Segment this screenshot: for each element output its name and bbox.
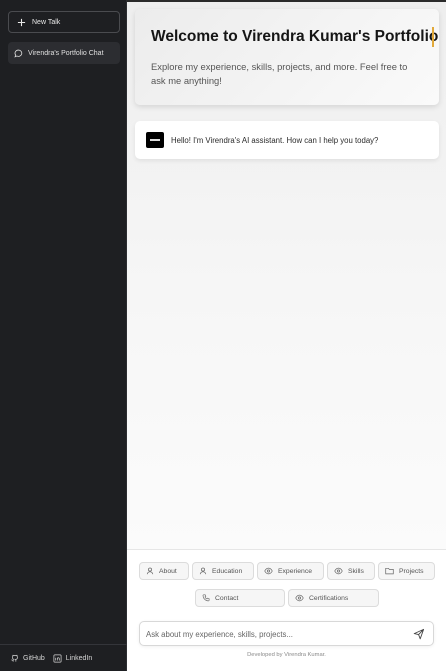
- text-cursor: [432, 27, 434, 47]
- quick-action-certifications[interactable]: Certifications: [288, 589, 379, 607]
- folder-icon: [385, 567, 394, 575]
- quick-action-label: Contact: [215, 594, 239, 602]
- linkedin-icon: [53, 654, 62, 663]
- quick-action-label: Projects: [399, 567, 424, 575]
- eye-icon: [264, 567, 273, 575]
- github-link[interactable]: GitHub: [10, 654, 45, 663]
- quick-action-label: Skills: [348, 567, 364, 575]
- sidebar-item-label: Virendra's Portfolio Chat: [28, 49, 104, 57]
- plus-icon: [17, 18, 26, 27]
- eye-icon: [334, 567, 343, 575]
- assistant-message: Hello! I'm Virendra's AI assistant. How …: [135, 121, 439, 159]
- github-label: GitHub: [23, 654, 45, 662]
- welcome-subtitle: Explore my experience, skills, projects,…: [151, 61, 408, 86]
- top-divider: [127, 0, 446, 2]
- linkedin-link[interactable]: LinkedIn: [53, 654, 92, 663]
- quick-action-label: Certifications: [309, 594, 349, 602]
- page-title: Welcome to Virendra Kumar's Portfolio: [151, 28, 439, 45]
- new-talk-label: New Talk: [32, 18, 61, 26]
- new-talk-button[interactable]: New Talk: [8, 11, 120, 33]
- user-icon: [199, 567, 207, 575]
- footer-credit: Developed by Virendra Kumar.: [247, 652, 326, 658]
- send-button[interactable]: [413, 628, 425, 640]
- sidebar-footer: GitHub LinkedIn: [0, 644, 127, 671]
- chat-bubble-icon: [14, 49, 23, 58]
- quick-action-education[interactable]: Education: [192, 562, 254, 580]
- quick-action-label: Education: [212, 567, 243, 575]
- message-input[interactable]: [146, 627, 406, 641]
- quick-action-about[interactable]: About: [139, 562, 189, 580]
- quick-action-experience[interactable]: Experience: [257, 562, 324, 580]
- sidebar: New Talk Virendra's Portfolio Chat GitHu…: [0, 0, 127, 671]
- quick-action-label: About: [159, 567, 177, 575]
- send-icon: [413, 628, 425, 640]
- github-icon: [10, 654, 19, 663]
- welcome-card: Welcome to Virendra Kumar's Portfolio Ex…: [135, 9, 439, 105]
- quick-action-contact[interactable]: Contact: [195, 589, 285, 607]
- eye-icon: [295, 594, 304, 602]
- quick-action-label: Experience: [278, 567, 313, 575]
- user-icon: [146, 567, 154, 575]
- message-input-box: [139, 621, 434, 646]
- message-text: Hello! I'm Virendra's AI assistant. How …: [171, 135, 379, 145]
- phone-icon: [202, 594, 210, 602]
- linkedin-label: LinkedIn: [65, 654, 93, 662]
- avatar: [146, 132, 164, 148]
- sidebar-item-chat[interactable]: Virendra's Portfolio Chat: [8, 42, 120, 64]
- quick-action-projects[interactable]: Projects: [378, 562, 435, 580]
- quick-action-skills[interactable]: Skills: [327, 562, 375, 580]
